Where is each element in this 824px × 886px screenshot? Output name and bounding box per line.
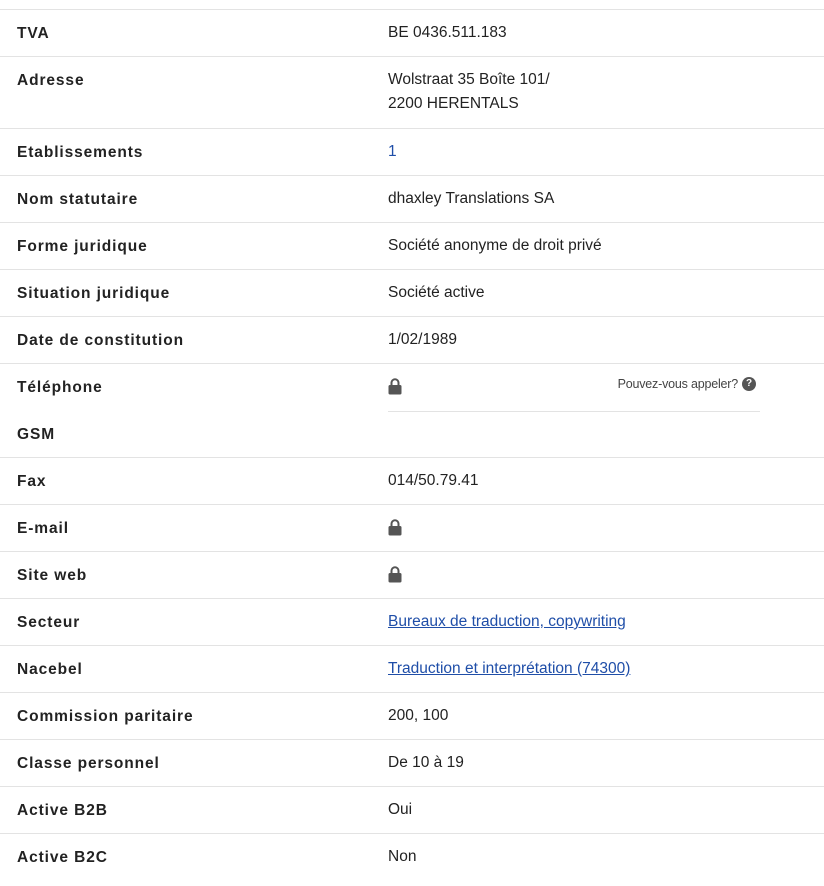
secteur-value: Bureaux de traduction, copywriting [388, 610, 626, 634]
row-secteur: Secteur Bureaux de traduction, copywriti… [0, 599, 824, 646]
row-date-constitution: Date de constitution 1/02/1989 [0, 317, 824, 364]
fax-label: Fax [17, 473, 47, 490]
row-active-b2c: Active B2C Non [0, 834, 824, 881]
telephone-label: Téléphone [17, 379, 103, 396]
email-label: E-mail [17, 520, 69, 537]
tva-label: TVA [17, 25, 50, 42]
etablissements-label: Etablissements [17, 144, 144, 161]
row-nacebel: Nacebel Traduction et interprétation (74… [0, 646, 824, 693]
situation-juridique-value: Société active [388, 284, 485, 301]
adresse-value: Wolstraat 35 Boîte 101/ 2200 HERENTALS [388, 68, 550, 116]
row-commission-paritaire: Commission paritaire 200, 100 [0, 693, 824, 740]
adresse-line-1: Wolstraat 35 Boîte 101/ [388, 71, 550, 88]
call-hint[interactable]: Pouvez-vous appeler? ? [618, 377, 756, 391]
row-etablissements: Etablissements 1 [0, 129, 824, 176]
classe-personnel-label: Classe personnel [17, 755, 160, 772]
call-hint-text: Pouvez-vous appeler? [617, 377, 739, 391]
nom-statutaire-label: Nom statutaire [17, 191, 139, 208]
lock-icon[interactable] [388, 566, 402, 583]
row-gsm: GSM [0, 411, 824, 458]
etablissements-count-link[interactable]: 1 [388, 140, 397, 164]
nacebel-link[interactable]: Traduction et interprétation (74300) [388, 660, 630, 677]
fax-value: 014/50.79.41 [388, 472, 479, 489]
date-constitution-value: 1/02/1989 [388, 331, 457, 348]
date-constitution-label: Date de constitution [17, 332, 184, 349]
lock-icon[interactable] [388, 519, 402, 536]
row-tva: TVA BE 0436.511.183 [0, 10, 824, 57]
active-b2b-label: Active B2B [17, 802, 108, 819]
row-fax: Fax 014/50.79.41 [0, 458, 824, 505]
question-circle-icon[interactable]: ? [742, 377, 756, 391]
active-b2c-value: Non [388, 848, 417, 865]
active-b2c-label: Active B2C [17, 849, 108, 866]
row-forme-juridique: Forme juridique Société anonyme de droit… [0, 223, 824, 270]
gsm-label: GSM [17, 426, 56, 443]
site-web-label: Site web [17, 567, 88, 584]
situation-juridique-label: Situation juridique [17, 285, 171, 302]
row-nom-statutaire: Nom statutaire dhaxley Translations SA [0, 176, 824, 223]
row-telephone: Téléphone Pouvez-vous appeler? ? [0, 364, 824, 412]
adresse-line-2: 2200 HERENTALS [388, 95, 519, 112]
lock-icon[interactable] [388, 378, 402, 395]
row-situation-juridique: Situation juridique Société active [0, 270, 824, 317]
row-classe-personnel: Classe personnel De 10 à 19 [0, 740, 824, 787]
forme-juridique-value: Société anonyme de droit privé [388, 237, 602, 254]
active-b2b-value: Oui [388, 801, 413, 818]
commission-paritaire-value: 200, 100 [388, 707, 449, 724]
row-active-b2b: Active B2B Oui [0, 787, 824, 834]
classe-personnel-value: De 10 à 19 [388, 754, 464, 771]
forme-juridique-label: Forme juridique [17, 238, 148, 255]
nacebel-value: Traduction et interprétation (74300) [388, 657, 630, 681]
adresse-label: Adresse [17, 72, 85, 89]
secteur-link[interactable]: Bureaux de traduction, copywriting [388, 613, 626, 630]
commission-paritaire-label: Commission paritaire [17, 708, 194, 725]
row-adresse: Adresse Wolstraat 35 Boîte 101/ 2200 HER… [0, 57, 824, 129]
nom-statutaire-value: dhaxley Translations SA [388, 190, 555, 207]
company-info-table: TVA BE 0436.511.183 Adresse Wolstraat 35… [0, 9, 824, 881]
row-site-web: Site web [0, 552, 824, 599]
secteur-label: Secteur [17, 614, 81, 631]
tva-value: BE 0436.511.183 [388, 24, 507, 41]
nacebel-label: Nacebel [17, 661, 83, 678]
row-email: E-mail [0, 505, 824, 552]
